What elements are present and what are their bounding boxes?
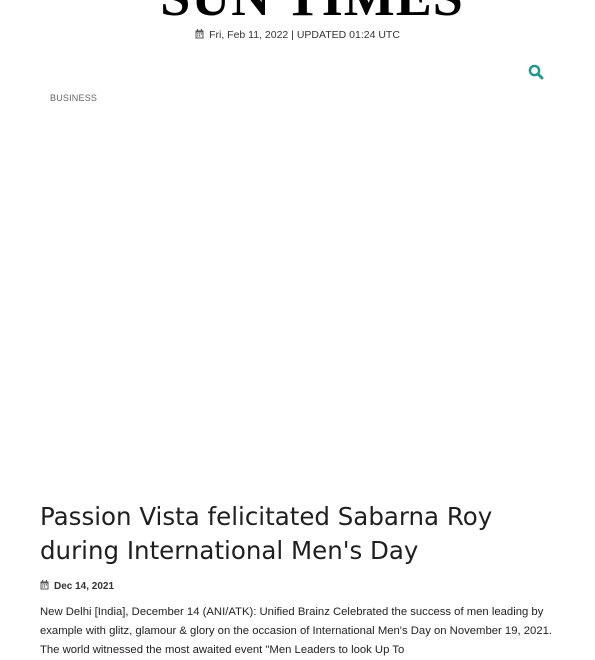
search-icon xyxy=(528,64,544,80)
calendar-icon xyxy=(195,29,204,43)
featured-image-placeholder xyxy=(40,112,555,492)
article-date-text: Dec 14, 2021 xyxy=(54,581,115,592)
search-button[interactable] xyxy=(527,63,545,81)
article-body: New Delhi [India], December 14 (ANI/ATK)… xyxy=(40,606,553,656)
dateline: Fri, Feb 11, 2022 | UPDATED 01:24 UTC xyxy=(0,28,595,43)
masthead: SUN TIMES xyxy=(0,0,595,24)
current-date: Fri, Feb 11, 2022 xyxy=(209,29,289,41)
site-logo[interactable]: SUN TIMES xyxy=(139,0,485,24)
calendar-icon xyxy=(40,580,49,595)
updated-time: UPDATED 01:24 UTC xyxy=(296,29,400,41)
article-date: Dec 14, 2021 xyxy=(40,580,114,595)
category-link[interactable]: BUSINESS xyxy=(50,92,97,104)
article-title: Passion Vista felicitated Sabarna Roy du… xyxy=(40,502,493,565)
date-separator: | xyxy=(288,29,297,41)
